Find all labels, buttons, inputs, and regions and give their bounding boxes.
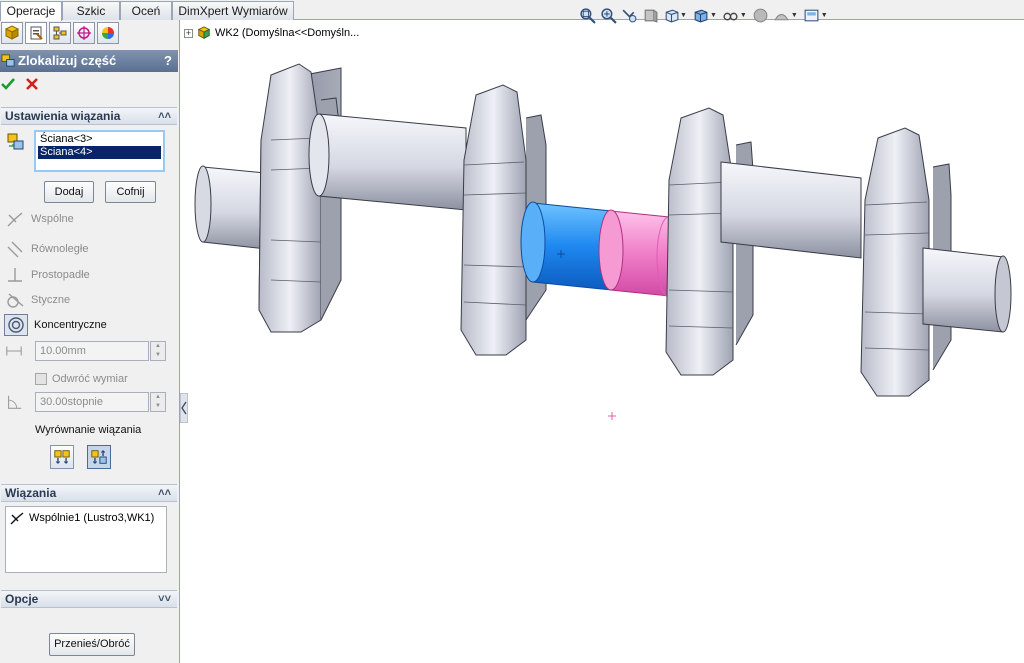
chevron-down-icon[interactable]: ▼ xyxy=(680,12,687,19)
feature-manager-tab[interactable] xyxy=(1,22,23,44)
distance-row: 10.00mm ▲ ▼ xyxy=(5,340,166,362)
collapse-icon[interactable]: ˄˄ xyxy=(158,109,171,123)
display-manager-tab[interactable] xyxy=(97,22,119,44)
angle-input[interactable]: 30.00stopnie xyxy=(35,392,149,412)
manager-tabs xyxy=(0,22,178,46)
angle-row: 30.00stopnie ▲ ▼ xyxy=(5,391,166,413)
distance-spinner[interactable]: ▲ ▼ xyxy=(150,341,166,361)
group-title: Opcje xyxy=(5,592,39,606)
tab-szkic[interactable]: Szkic xyxy=(62,1,120,20)
command-manager-tabs: Operacje Szkic Oceń DimXpert Wymiarów xyxy=(0,0,1024,21)
mate-label: Koncentryczne xyxy=(34,319,107,331)
distance-input[interactable]: 10.00mm xyxy=(35,341,149,361)
chevron-down-icon[interactable]: ▼ xyxy=(710,12,717,19)
feature-tree-icon xyxy=(4,25,20,40)
close-icon xyxy=(26,78,38,90)
group-title: Wiązania xyxy=(5,486,57,500)
tab-ocen[interactable]: Oceń xyxy=(120,1,172,20)
mate-concentric[interactable]: Koncentryczne xyxy=(4,314,107,336)
mate-selections-header[interactable]: Ustawienia wiązania ˄˄ xyxy=(1,107,177,125)
cancel-button[interactable] xyxy=(24,76,40,92)
mate-icon xyxy=(1,54,15,67)
configuration-icon xyxy=(53,26,67,40)
selection-item[interactable]: Ściana<4> xyxy=(38,146,161,159)
mate-label: Wspólne xyxy=(31,213,74,225)
add-button[interactable]: Dodaj xyxy=(44,181,94,203)
tab-dimxpert[interactable]: DimXpert Wymiarów xyxy=(172,1,294,20)
chevron-down-icon[interactable]: ▼ xyxy=(740,12,747,19)
parallel-icon xyxy=(7,241,23,258)
perpendicular-icon xyxy=(8,268,22,282)
configuration-manager-tab[interactable] xyxy=(49,22,71,44)
help-button[interactable]: ? xyxy=(164,50,172,71)
angle-icon xyxy=(8,395,22,409)
aligned-icon xyxy=(54,450,70,464)
distance-icon xyxy=(6,346,22,356)
mates-list[interactable]: Wspólnie1 (Lustro3,WK1) xyxy=(5,506,167,573)
mate-label: Równoległe xyxy=(31,243,89,255)
tangent-icon xyxy=(7,293,24,308)
aligned-button[interactable] xyxy=(50,445,74,469)
anti-aligned-button[interactable] xyxy=(87,445,111,469)
flip-dimension-checkbox[interactable] xyxy=(35,373,47,385)
chevron-down-icon[interactable]: ▼ xyxy=(821,12,828,19)
mate-item-label: Wspólnie1 (Lustro3,WK1) xyxy=(29,512,155,524)
list-item[interactable]: Wspólnie1 (Lustro3,WK1) xyxy=(9,510,163,526)
mate-perpendicular[interactable]: Prostopadłe xyxy=(5,265,90,285)
color-wheel-icon xyxy=(102,27,114,39)
checkmark-icon xyxy=(1,78,15,90)
collapse-icon[interactable]: ˄˄ xyxy=(158,486,171,500)
pm-title-bar: Zlokalizuj część ? xyxy=(0,50,178,72)
concentric-icon xyxy=(4,314,28,336)
origin-marker xyxy=(608,412,616,420)
move-rotate-button[interactable]: Przenieś/Obróć xyxy=(49,633,135,656)
crosshair-icon xyxy=(77,26,91,40)
chevron-down-icon[interactable]: ▼ xyxy=(791,12,798,19)
selection-item[interactable]: Ściana<3> xyxy=(38,133,161,146)
entities-to-mate-icon xyxy=(7,133,24,150)
ok-button[interactable] xyxy=(0,76,16,92)
mate-label: Prostopadłe xyxy=(31,269,90,281)
anti-aligned-icon xyxy=(91,450,107,464)
angle-spinner[interactable]: ▲ ▼ xyxy=(150,392,166,412)
mates-header[interactable]: Wiązania ˄˄ xyxy=(1,484,177,502)
tab-operacje[interactable]: Operacje xyxy=(0,1,62,21)
options-header[interactable]: Opcje ˅˅ xyxy=(1,590,177,608)
group-title: Ustawienia wiązania xyxy=(5,109,121,123)
mate-parallel[interactable]: Równoległe xyxy=(5,239,88,259)
mate-selections-list[interactable]: Ściana<3> Ściana<4> xyxy=(34,130,165,172)
graphics-viewport[interactable] xyxy=(181,20,1024,663)
expand-icon[interactable]: ˅˅ xyxy=(158,592,171,606)
flip-dimension-label: Odwróć wymiar xyxy=(52,373,128,385)
undo-button[interactable]: Cofnij xyxy=(105,181,156,203)
ok-cancel-row xyxy=(0,76,40,98)
property-manager-panel: Zlokalizuj część ? Ustawienia wiązania ˄… xyxy=(0,20,180,663)
mate-tangent[interactable]: Styczne xyxy=(5,290,70,310)
crankshaft-model[interactable] xyxy=(194,63,1012,397)
mate-coincident[interactable]: Wspólne xyxy=(5,209,74,229)
pm-title: Zlokalizuj część xyxy=(18,53,117,68)
flip-dimension-row[interactable]: Odwróć wymiar xyxy=(35,371,128,387)
property-icon xyxy=(30,26,43,40)
coincident-icon xyxy=(10,512,24,525)
mate-label: Styczne xyxy=(31,294,71,306)
coincident-icon xyxy=(7,212,23,227)
dimxpert-manager-tab[interactable] xyxy=(73,22,95,44)
property-manager-tab[interactable] xyxy=(25,22,47,44)
mate-alignment-label: Wyrównanie wiązania xyxy=(35,424,142,436)
